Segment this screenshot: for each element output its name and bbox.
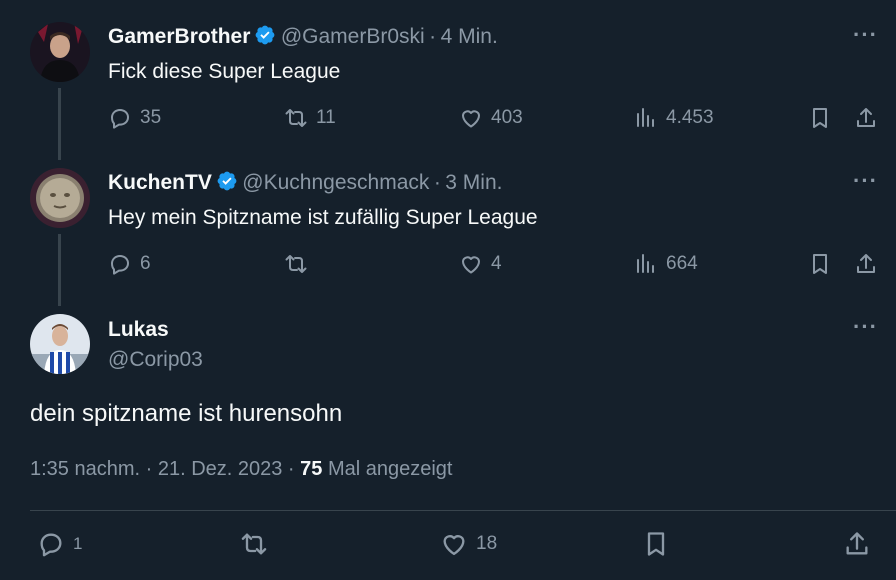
like-count: 403 [491, 107, 523, 128]
views-button[interactable]: 4.453 [634, 106, 714, 130]
thread-line [58, 234, 61, 306]
author-handle[interactable]: @Corip03 [108, 348, 203, 372]
more-options-icon[interactable]: ··· [853, 22, 878, 48]
reply-button[interactable]: 1 [37, 530, 82, 558]
verified-badge-icon [217, 171, 237, 191]
avatar-gamerbrother[interactable] [30, 22, 90, 82]
avatar-lukas[interactable] [30, 314, 90, 374]
reply-count: 1 [73, 534, 83, 553]
main-tweet-text: dein spitzname ist hurensohn [30, 400, 343, 427]
share-icon [846, 532, 868, 555]
bookmark-icon [647, 532, 665, 556]
views-button[interactable]: 664 [634, 252, 698, 276]
share-button[interactable] [854, 252, 878, 276]
like-button[interactable]: 4 [459, 252, 502, 276]
separator-dot: · [429, 25, 437, 48]
share-button[interactable] [854, 106, 878, 130]
tweet-meta: 1:35 nachm. · 21. Dez. 2023 · 75 Mal ang… [30, 458, 453, 481]
author-handle[interactable]: @GamerBr0ski [281, 25, 425, 48]
reply-count: 35 [140, 107, 162, 128]
like-count: 18 [476, 533, 498, 554]
more-options-icon[interactable]: ··· [853, 168, 878, 194]
bookmark-button[interactable] [808, 106, 832, 130]
thread-line [58, 88, 61, 160]
separator-dot: · [433, 171, 441, 194]
views-count: 4.453 [666, 107, 714, 128]
reply-icon [40, 533, 62, 557]
reply-icon [111, 109, 129, 129]
heart-icon [443, 535, 465, 556]
reply-button[interactable]: 6 [108, 252, 151, 276]
timestamp[interactable]: 1:35 nachm. · 21. Dez. 2023 · [30, 458, 295, 480]
reply-icon [111, 255, 129, 275]
reply-count: 6 [140, 253, 151, 274]
like-button[interactable]: 403 [459, 106, 523, 130]
views-chart-icon [637, 254, 654, 273]
retweet-icon [285, 109, 307, 127]
tweet-text: Hey mein Spitzname ist zufällig Super Le… [108, 206, 538, 229]
heart-icon [462, 110, 480, 128]
divider [30, 510, 896, 511]
retweet-button[interactable] [284, 252, 316, 276]
retweet-button[interactable]: 11 [284, 106, 336, 130]
bookmark-icon [813, 254, 827, 274]
retweet-icon [285, 255, 307, 273]
share-icon [857, 254, 875, 273]
heart-icon [462, 256, 480, 274]
tweet-time[interactable]: 4 Min. [441, 25, 498, 48]
bookmark-icon [813, 108, 827, 128]
author-name[interactable]: Lukas [108, 318, 169, 342]
views-label: Mal angezeigt [327, 458, 453, 480]
share-icon [857, 108, 875, 127]
views-chart-icon [637, 108, 654, 127]
bookmark-button[interactable] [642, 530, 670, 558]
like-count: 4 [491, 253, 502, 274]
retweet-icon [241, 533, 267, 555]
views-count: 664 [666, 253, 698, 274]
tweet-text: Fick diese Super League [108, 60, 341, 83]
bookmark-button[interactable] [808, 252, 832, 276]
retweet-count: 11 [316, 107, 336, 128]
like-button[interactable]: 18 [440, 530, 497, 558]
more-options-icon[interactable]: ··· [853, 314, 878, 340]
share-button[interactable] [843, 530, 871, 558]
author-handle[interactable]: @Kuchngeschmack [242, 171, 429, 194]
tweet-header: KuchenTV @Kuchngeschmack · 3 Min. [108, 170, 502, 195]
avatar-kuchentv[interactable] [30, 168, 90, 228]
retweet-button[interactable] [240, 530, 276, 558]
tweet-time[interactable]: 3 Min. [445, 171, 502, 194]
verified-badge-icon [255, 25, 275, 45]
author-name[interactable]: KuchenTV [108, 171, 212, 194]
tweet-header: GamerBrother @GamerBr0ski · 4 Min. [108, 24, 498, 49]
author-name[interactable]: GamerBrother [108, 25, 250, 48]
views-count: 75 [300, 458, 323, 480]
reply-button[interactable]: 35 [108, 106, 161, 130]
